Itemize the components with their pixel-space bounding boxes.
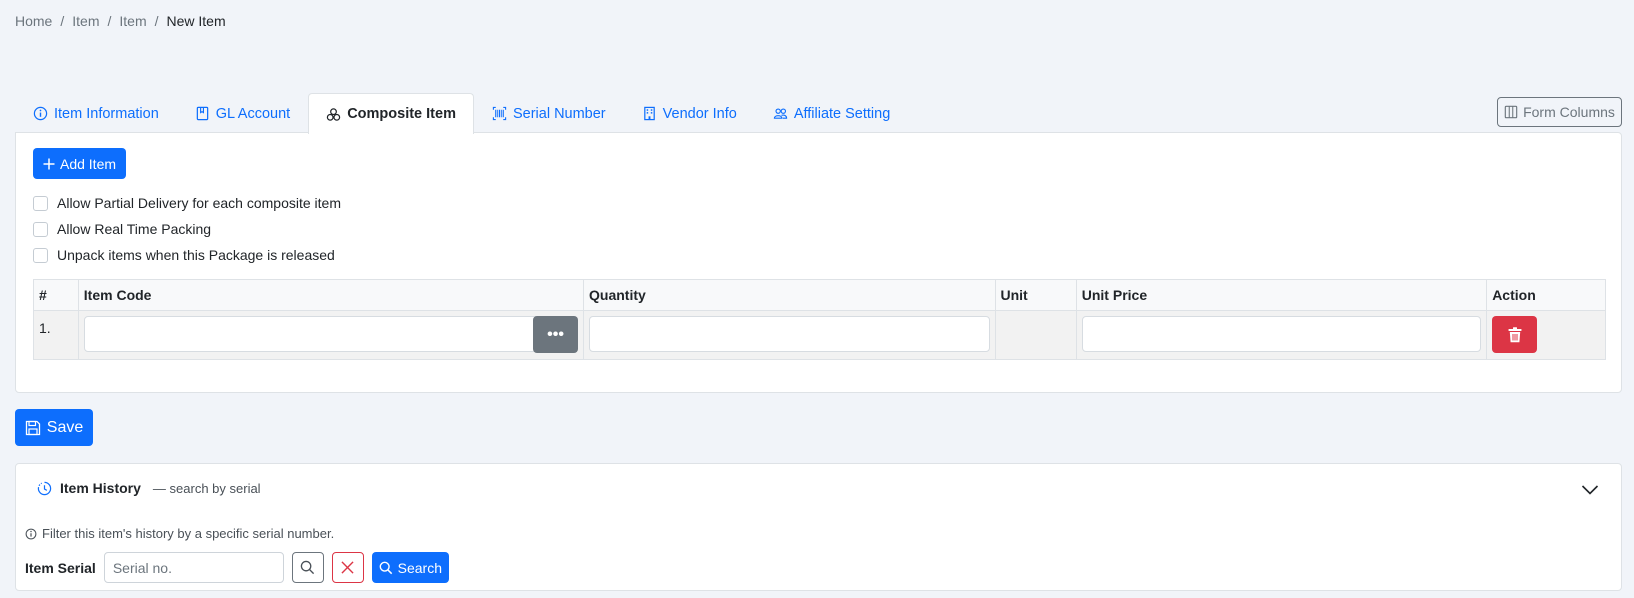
info-circle-icon bbox=[33, 106, 48, 121]
add-item-button[interactable]: Add Item bbox=[33, 148, 126, 179]
breadcrumb: Home / Item / Item / New Item bbox=[15, 13, 226, 29]
partial-delivery-checkbox[interactable] bbox=[33, 195, 48, 211]
item-history-info: Filter this item's history by a specific… bbox=[25, 526, 334, 541]
item-history-panel: Item History — search by serial Filter t… bbox=[15, 463, 1622, 591]
composite-items-table: # Item Code Quantity Unit Unit Price Act… bbox=[33, 279, 1606, 360]
item-history-subtitle: — search by serial bbox=[152, 480, 261, 496]
col-header-unit-price: Unit Price bbox=[1075, 279, 1488, 311]
tab-label: Item Information bbox=[54, 105, 159, 122]
serial-search-row: Item Serial Serial no. Search bbox=[25, 552, 449, 583]
breadcrumb-item-2[interactable]: Item bbox=[119, 13, 146, 29]
tab-vendor-info[interactable]: Vendor Info bbox=[624, 93, 755, 133]
tab-serial-number[interactable]: Serial Number bbox=[474, 93, 624, 133]
unpack-on-release-checkbox[interactable] bbox=[33, 247, 48, 263]
option-unpack-on-release: Unpack items when this Package is releas… bbox=[33, 242, 341, 268]
composite-options: Allow Partial Delivery for each composit… bbox=[33, 190, 341, 268]
unit-cell bbox=[994, 310, 1077, 360]
item-history-header[interactable]: Item History — search by serial bbox=[37, 480, 261, 496]
people-icon bbox=[773, 108, 787, 119]
info-circle-icon bbox=[25, 528, 37, 539]
tab-item-information[interactable]: Item Information bbox=[15, 93, 177, 133]
building-icon bbox=[643, 106, 655, 121]
tab-label: Affiliate Setting bbox=[793, 105, 891, 122]
breadcrumb-home[interactable]: Home bbox=[15, 13, 52, 29]
col-header-action: Action bbox=[1486, 279, 1606, 311]
table-header-row: # Item Code Quantity Unit Unit Price Act… bbox=[33, 279, 1606, 311]
col-header-unit: Unit bbox=[994, 279, 1077, 311]
col-header-item-code: Item Code bbox=[77, 279, 585, 311]
close-icon bbox=[341, 561, 354, 574]
search-icon bbox=[301, 560, 315, 575]
option-real-time-packing: Allow Real Time Packing bbox=[33, 216, 341, 242]
col-header-number: # bbox=[33, 279, 79, 311]
plus-icon bbox=[43, 158, 55, 169]
tab-label: Vendor Info bbox=[662, 105, 737, 122]
clock-history-icon bbox=[37, 481, 52, 495]
columns-icon bbox=[1504, 105, 1518, 119]
search-icon bbox=[379, 561, 392, 574]
tab-label: GL Account bbox=[215, 105, 291, 122]
search-button[interactable]: Search bbox=[371, 552, 449, 583]
tab-composite-item[interactable]: Composite Item bbox=[308, 93, 474, 134]
item-history-title: Item History bbox=[60, 480, 141, 496]
col-header-quantity: Quantity bbox=[583, 279, 996, 311]
option-partial-delivery: Allow Partial Delivery for each composit… bbox=[33, 190, 341, 216]
book-icon bbox=[196, 106, 209, 121]
item-serial-label: Item Serial bbox=[25, 559, 96, 576]
option-label: Unpack items when this Package is releas… bbox=[57, 247, 335, 263]
tab-affiliate-setting[interactable]: Affiliate Setting bbox=[755, 93, 908, 133]
breadcrumb-item[interactable]: Item bbox=[72, 13, 99, 29]
form-columns-button[interactable]: Form Columns bbox=[1497, 97, 1622, 127]
item-code-input[interactable] bbox=[83, 316, 539, 352]
lookup-serial-button[interactable] bbox=[291, 552, 324, 583]
item-lookup-button[interactable]: ••• bbox=[533, 316, 579, 353]
clear-serial-button[interactable] bbox=[331, 552, 364, 583]
tab-label: Composite Item bbox=[347, 106, 456, 122]
table-row: 1. ••• bbox=[33, 310, 1606, 360]
quantity-input[interactable] bbox=[589, 316, 990, 352]
tab-gl-account[interactable]: GL Account bbox=[177, 93, 308, 133]
option-label: Allow Real Time Packing bbox=[57, 221, 212, 237]
barcode-icon bbox=[492, 106, 507, 121]
real-time-packing-checkbox[interactable] bbox=[33, 221, 48, 237]
boxes-icon bbox=[327, 107, 341, 121]
breadcrumb-current: New Item bbox=[166, 13, 226, 29]
tab-bar: Item Information GL Account Composite It… bbox=[15, 93, 908, 134]
option-label: Allow Partial Delivery for each composit… bbox=[57, 195, 341, 211]
delete-row-button[interactable] bbox=[1492, 316, 1538, 353]
save-button[interactable]: Save bbox=[15, 409, 93, 446]
tab-label: Serial Number bbox=[512, 105, 606, 122]
chevron-down-icon[interactable] bbox=[1581, 484, 1599, 496]
composite-item-panel: Add Item Allow Partial Delivery for each… bbox=[15, 132, 1622, 393]
unit-price-input[interactable] bbox=[1081, 316, 1482, 352]
trash-icon bbox=[1508, 326, 1522, 342]
floppy-disk-icon bbox=[25, 420, 40, 435]
serial-input[interactable]: Serial no. bbox=[103, 552, 284, 583]
row-number: 1. bbox=[39, 320, 51, 336]
